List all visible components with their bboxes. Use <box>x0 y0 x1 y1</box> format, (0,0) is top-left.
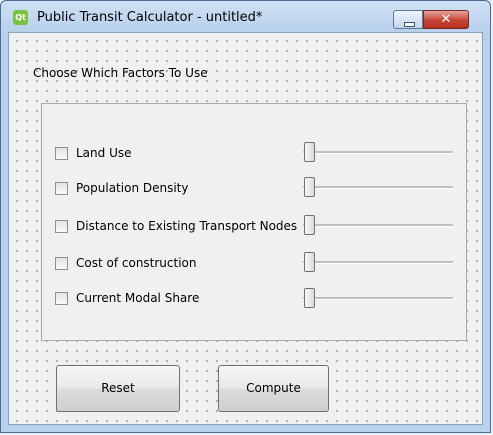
title-bar[interactable]: Qt Public Transit Calculator - untitled*… <box>1 1 490 33</box>
modal-share-slider[interactable] <box>303 288 455 308</box>
land-use-checkbox[interactable] <box>55 147 68 160</box>
land-use-label: Land Use <box>76 146 132 160</box>
population-density-checkbox[interactable] <box>55 182 68 195</box>
slider-groove <box>303 261 453 264</box>
factor-row-distance-transport: Distance to Existing Transport Nodes <box>55 219 300 235</box>
compute-button[interactable]: Compute <box>218 365 329 412</box>
factor-row-population-density: Population Density <box>55 181 295 197</box>
slider-groove <box>303 186 453 189</box>
factor-row-modal-share: Current Modal Share <box>55 291 295 307</box>
slider-groove <box>303 297 453 300</box>
slider-handle[interactable] <box>304 288 315 308</box>
cost-construction-slider[interactable] <box>303 252 455 272</box>
slider-handle[interactable] <box>304 252 315 272</box>
factor-row-cost-construction: Cost of construction <box>55 256 295 272</box>
slider-groove <box>303 151 453 154</box>
cost-construction-checkbox[interactable] <box>55 257 68 270</box>
slider-handle[interactable] <box>304 142 315 162</box>
cost-construction-label: Cost of construction <box>76 256 197 270</box>
distance-transport-label: Distance to Existing Transport Nodes <box>76 219 298 233</box>
distance-transport-slider[interactable] <box>303 215 455 235</box>
factor-row-land-use: Land Use <box>55 146 295 162</box>
slider-groove <box>303 224 453 227</box>
distance-transport-checkbox[interactable] <box>55 220 68 233</box>
qt-app-icon: Qt <box>13 10 28 25</box>
close-button[interactable]: ✕ <box>423 10 469 29</box>
modal-share-checkbox[interactable] <box>55 292 68 305</box>
slider-handle[interactable] <box>304 215 315 235</box>
minimize-button[interactable] <box>393 10 423 29</box>
factors-heading: Choose Which Factors To Use <box>33 66 208 80</box>
land-use-slider[interactable] <box>303 142 455 162</box>
population-density-label: Population Density <box>76 181 189 195</box>
slider-handle[interactable] <box>304 177 315 197</box>
minimize-icon <box>404 22 415 27</box>
population-density-slider[interactable] <box>303 177 455 197</box>
reset-button[interactable]: Reset <box>56 365 180 412</box>
modal-share-label: Current Modal Share <box>76 291 200 305</box>
window-title: Public Transit Calculator - untitled* <box>37 10 263 25</box>
